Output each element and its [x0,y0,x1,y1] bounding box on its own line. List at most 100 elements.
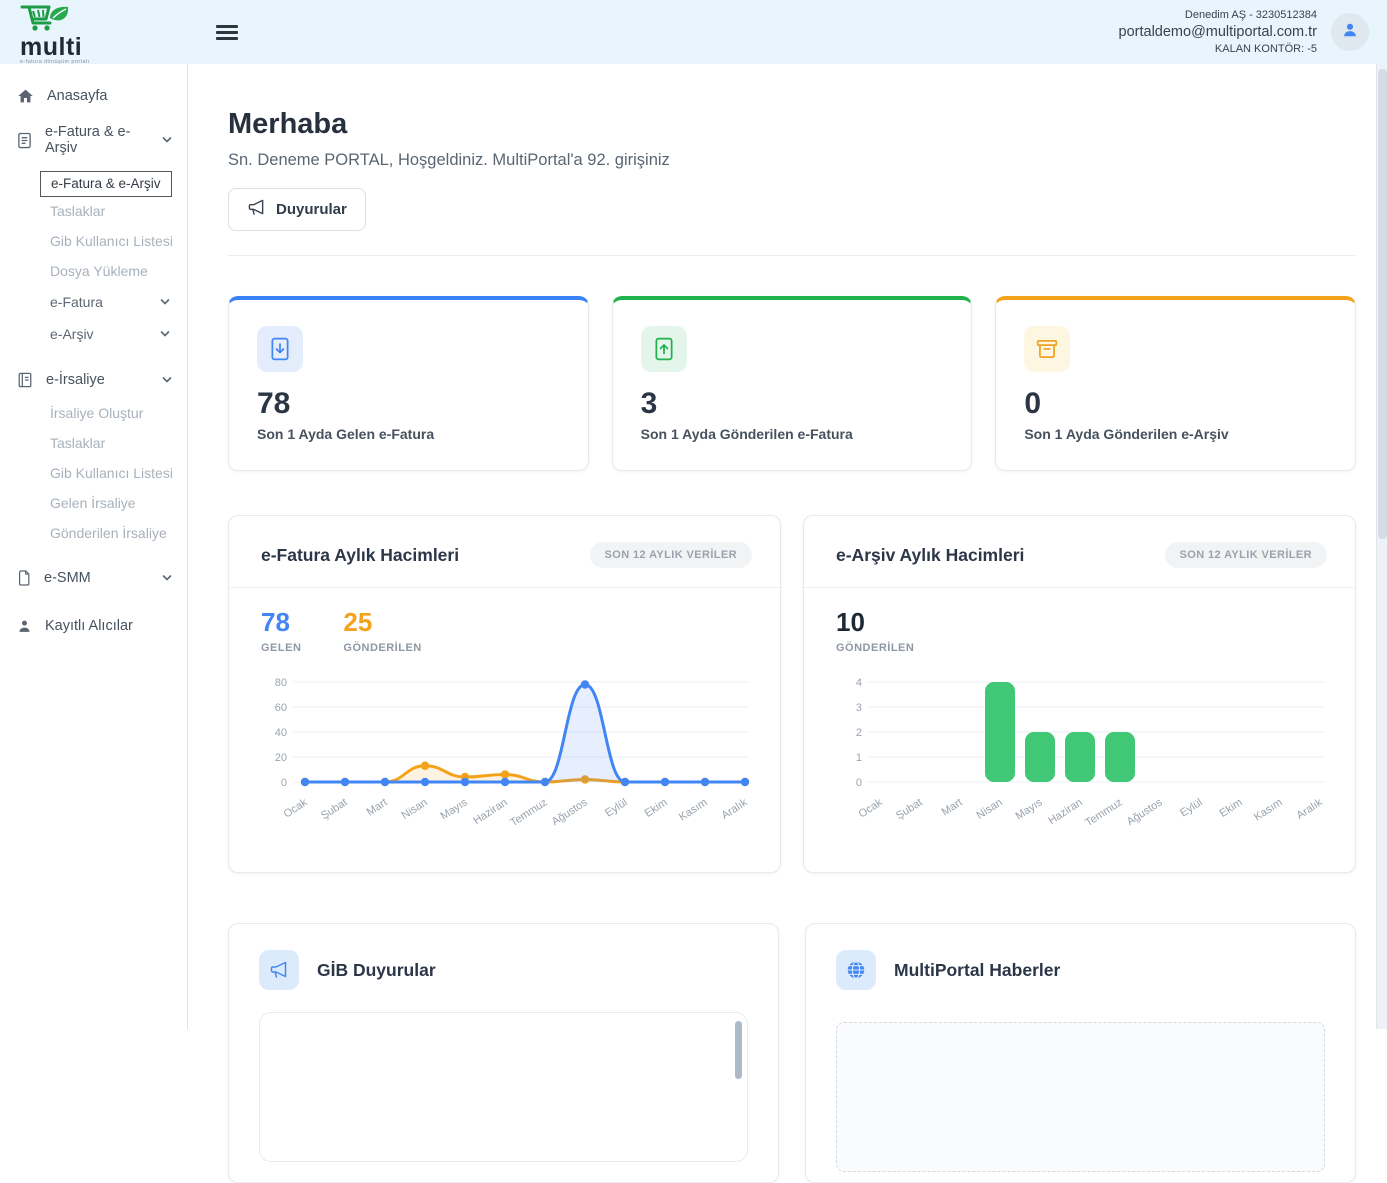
y-tick-label: 20 [274,752,286,764]
chevron-down-icon [161,572,173,584]
archive-box-icon [1024,326,1070,372]
x-tick-label: Aralık [1294,796,1325,822]
sidebar-item-anasayfa[interactable]: Anasayfa [0,78,187,114]
x-tick-label: Şubat [893,796,924,822]
sidebar-item-gonderilen-i-rsaliye[interactable]: Gönderilen İrsaliye [0,518,187,548]
sidebar-item-label: e-Fatura & e-Arşiv [45,124,148,156]
chart-period-badge: SON 12 AYLIK VERİLER [590,542,753,568]
stat-label: Son 1 Ayda Gönderilen e-Fatura [641,426,944,442]
sidebar-item-label: e-Fatura [50,294,103,310]
gib-announcements-list[interactable] [259,1012,748,1162]
gib-announcements-card: GİB Duyurular [228,923,779,1183]
stat-label: Son 1 Ayda Gönderilen e-Arşiv [1024,426,1327,442]
sidebar-item-taslaklar[interactable]: Taslaklar [0,428,187,458]
y-tick-label: 0 [280,777,286,789]
page-scrollbar-thumb[interactable] [1378,69,1387,539]
x-tick-label: Mart [939,796,964,818]
data-point [540,778,548,786]
file-text-icon [17,132,32,149]
incoming-total: 78 [261,608,301,636]
chart-stats: 10 GÖNDERİLEN [804,588,1355,656]
bar [1065,732,1095,782]
announcements-button[interactable]: Duyurular [228,188,366,231]
card-title: MultiPortal Haberler [894,960,1060,981]
file-arrow-down-icon [257,326,303,372]
data-point [580,680,588,688]
data-point [500,778,508,786]
x-tick-label: Temmuz [1083,796,1124,828]
sidebar-item-dosya-yukleme[interactable]: Dosya Yükleme [0,256,187,286]
stat-value: 78 [257,387,560,421]
avatar[interactable] [1331,13,1369,51]
stat-card-sent-earsiv[interactable]: 0 Son 1 Ayda Gönderilen e-Arşiv [995,296,1356,471]
sidebar-item-label: Gib Kullanıcı Listesi [50,465,173,481]
x-tick-label: Eylül [1178,796,1205,819]
sidebar-item-gib-kullanici-listesi[interactable]: Gib Kullanıcı Listesi [0,458,187,488]
data-point [300,778,308,786]
axes: 020406080OcakŞubatMartNisanMayısHaziranT… [274,677,749,828]
data-point [420,778,428,786]
chevron-down-icon [161,374,173,386]
data-point [340,778,348,786]
user-info: Denedim AŞ - 3230512384 portaldemo@multi… [1119,9,1331,55]
y-tick-label: 2 [855,727,861,739]
sidebar-item-i-rsaliye-olustur[interactable]: İrsaliye Oluştur [0,398,187,428]
y-tick-label: 40 [274,727,286,739]
sidebar-item-e-smm[interactable]: e-SMM [0,560,187,596]
person-icon [17,619,32,634]
welcome-subtitle: Sn. Deneme PORTAL, Hoşgeldiniz. MultiPor… [228,151,1355,170]
sidebar-item-taslaklar[interactable]: Taslaklar [0,196,187,226]
sidebar-item-label: Anasayfa [47,88,107,104]
data-point [420,762,428,770]
sidebar-item-e-fatura[interactable]: e-Fatura [0,286,187,318]
chart-title: e-Arşiv Aylık Hacimleri [836,545,1024,566]
section-divider [228,255,1355,256]
brand-logo[interactable]: multi e-fatura dönüşüm portalı [0,0,188,65]
earsiv-volume-chart-card: e-Arşiv Aylık Hacimleri SON 12 AYLIK VER… [803,515,1356,873]
bar [1105,732,1135,782]
list-scrollbar[interactable] [735,1021,742,1079]
x-tick-label: Kasım [676,796,709,823]
megaphone-icon [259,950,299,990]
sidebar-item-e-arsiv[interactable]: e-Arşiv [0,318,187,350]
x-tick-label: Ocak [856,796,884,820]
sidebar-item-e-i-rsaliye[interactable]: e-İrsaliye [0,362,187,398]
announcements-button-label: Duyurular [276,201,347,218]
globe-icon [836,950,876,990]
sidebar-item-gelen-i-rsaliye[interactable]: Gelen İrsaliye [0,488,187,518]
y-tick-label: 3 [855,702,861,714]
series-fill [305,685,745,783]
series-line [305,766,745,782]
user-email: portaldemo@multiportal.com.tr [1119,24,1317,40]
stat-card-sent-efatura[interactable]: 3 Son 1 Ayda Gönderilen e-Fatura [612,296,973,471]
welcome-section: Merhaba Sn. Deneme PORTAL, Hoşgeldiniz. … [188,64,1387,256]
sidebar-item-label: Kayıtlı Alıcılar [45,618,133,634]
menu-toggle-button[interactable] [210,19,244,46]
incoming-total-label: GELEN [261,642,301,654]
sidebar-item-kayitli-alicilar[interactable]: Kayıtlı Alıcılar [0,608,187,644]
x-tick-label: Aralık [719,796,750,822]
x-tick-label: Nisan [399,796,429,821]
stat-value: 0 [1024,387,1327,421]
earsiv-bar-chart: 01234OcakŞubatMartNisanMayısHaziranTemmu… [830,664,1330,828]
file-arrow-up-icon [641,326,687,372]
brand-name: multi [20,37,188,57]
page-scrollbar[interactable] [1376,64,1387,1029]
stat-card-incoming-efatura[interactable]: 78 Son 1 Ayda Gelen e-Fatura [228,296,589,471]
stat-cards-row: 78 Son 1 Ayda Gelen e-Fatura 3 Son 1 Ayd… [228,296,1356,471]
sidebar-item-gib-kullanici-listesi[interactable]: Gib Kullanıcı Listesi [0,226,187,256]
x-tick-label: Mayıs [1013,796,1045,822]
x-tick-label: Ekim [642,796,669,819]
bar [1025,732,1055,782]
sidebar: Anasayfae-Fatura & e-ArşivFatura Oluştur… [0,64,188,1029]
x-tick-label: Eylül [603,796,630,819]
main-content: Merhaba Sn. Deneme PORTAL, Hoşgeldiniz. … [188,64,1387,1029]
x-tick-label: Şubat [318,796,349,822]
sidebar-item-label: Taslaklar [50,435,105,451]
card-title: GİB Duyurular [317,960,436,981]
x-tick-label: Ocak [281,796,309,820]
x-tick-label: Kasım [1251,796,1284,823]
sidebar-item-e-fatura-e-arsiv[interactable]: e-Fatura & e-Arşiv [0,114,187,166]
sent-total-label: GÖNDERİLEN [836,642,914,654]
chart-stats: 78 GELEN 25 GÖNDERİLEN [229,588,780,656]
